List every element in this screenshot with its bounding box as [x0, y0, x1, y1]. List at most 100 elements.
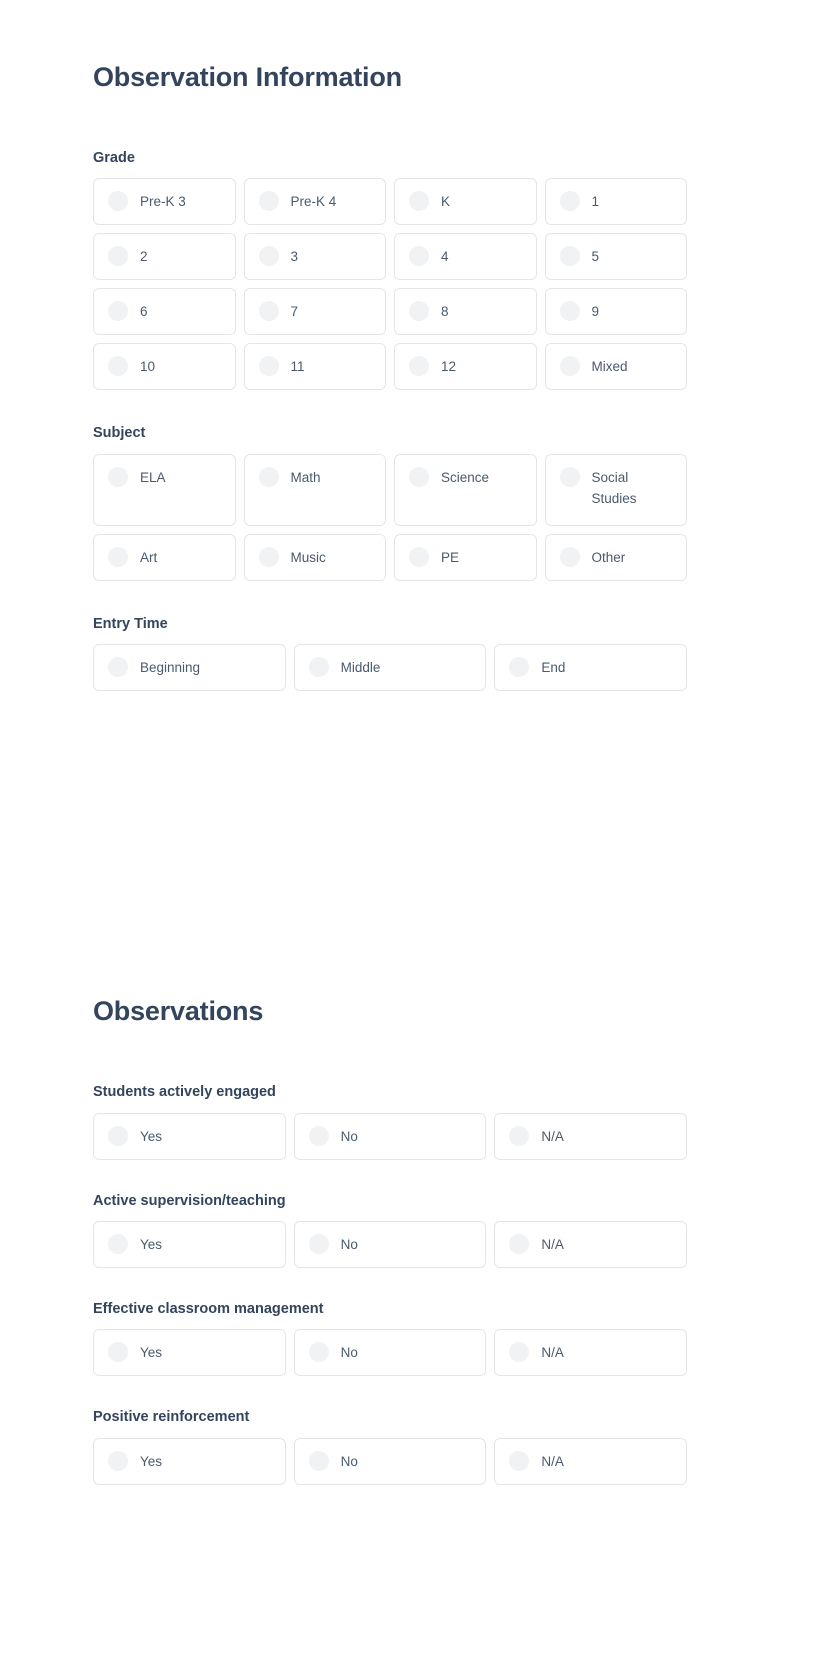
option-label: PE: [441, 549, 460, 565]
radio-unselected-icon: [108, 1125, 128, 1146]
option-subject-science[interactable]: Science: [394, 453, 537, 526]
option-grade-9[interactable]: 9: [544, 288, 687, 336]
field-label-positive-reinforcement: Positive reinforcement: [93, 1409, 250, 1426]
option-subject-pe[interactable]: PE: [394, 533, 537, 581]
option-grade-pre-k-4[interactable]: Pre-K 4: [243, 178, 386, 226]
option-entry-time-middle[interactable]: Middle: [293, 644, 487, 692]
option-label: 9: [591, 304, 600, 320]
option-label: 8: [441, 304, 449, 320]
option-label: N/A: [541, 1128, 564, 1144]
option-students-actively-engaged-no[interactable]: No: [293, 1112, 487, 1160]
page-title: Observation Information: [93, 62, 402, 92]
option-grade-7[interactable]: 7: [243, 288, 386, 336]
field-label-entry-time: Entry Time: [93, 615, 168, 632]
option-effective-classroom-management-na[interactable]: N/A: [494, 1329, 687, 1377]
radio-unselected-icon: [409, 546, 429, 567]
option-label: N/A: [541, 1345, 564, 1361]
radio-unselected-icon: [258, 246, 279, 267]
option-entry-time-beginning[interactable]: Beginning: [93, 644, 286, 692]
option-grade-1[interactable]: 1: [544, 178, 687, 226]
radio-unselected-icon: [559, 466, 580, 487]
option-grade-12[interactable]: 12: [394, 343, 537, 391]
option-label: 2: [140, 249, 148, 265]
field-label-grade: Grade: [93, 150, 135, 167]
option-grade-10[interactable]: 10: [93, 343, 236, 391]
option-label: Yes: [140, 1128, 163, 1144]
option-grade-8[interactable]: 8: [394, 288, 537, 336]
option-effective-classroom-management-no[interactable]: No: [293, 1329, 487, 1377]
radio-unselected-icon: [108, 657, 128, 678]
radio-unselected-icon: [108, 356, 128, 377]
radio-unselected-icon: [509, 1125, 530, 1146]
option-students-actively-engaged-na[interactable]: N/A: [494, 1112, 687, 1160]
option-effective-classroom-management-yes[interactable]: Yes: [93, 1329, 286, 1377]
option-group-grade: Pre-K 3 Pre-K 4 K 1 2 3 4 5 6 7 8 9 10 1…: [93, 178, 687, 391]
radio-unselected-icon: [308, 1234, 329, 1255]
option-grade-11[interactable]: 11: [243, 343, 386, 391]
radio-unselected-icon: [258, 466, 279, 487]
option-subject-art[interactable]: Art: [93, 533, 236, 581]
option-label: Science: [441, 469, 490, 485]
option-group-positive-reinforcement: Yes No N/A: [93, 1437, 687, 1485]
radio-unselected-icon: [108, 246, 128, 267]
option-label: Mixed: [591, 359, 628, 375]
radio-unselected-icon: [308, 1125, 329, 1146]
field-group-effective-classroom-management: Effective classroom management Yes No N/…: [93, 1301, 687, 1377]
radio-unselected-icon: [509, 1234, 530, 1255]
option-subject-math[interactable]: Math: [243, 453, 386, 526]
option-label: Yes: [140, 1453, 163, 1469]
form-content: Observation Information Grade Pre-K 3 Pr…: [93, 0, 687, 1485]
option-subject-social-studies[interactable]: Social Studies: [544, 453, 687, 526]
option-students-actively-engaged-yes[interactable]: Yes: [93, 1112, 286, 1160]
radio-unselected-icon: [409, 191, 429, 212]
radio-unselected-icon: [108, 1450, 128, 1471]
option-label: 6: [140, 304, 148, 320]
option-label: No: [340, 1237, 358, 1253]
field-group-entry-time: Entry Time Beginning Middle End: [93, 615, 687, 692]
option-label: Music: [290, 549, 326, 565]
option-positive-reinforcement-na[interactable]: N/A: [494, 1437, 687, 1485]
radio-unselected-icon: [409, 301, 429, 322]
option-grade-3[interactable]: 3: [243, 233, 386, 281]
option-active-supervision-teaching-na[interactable]: N/A: [494, 1221, 687, 1269]
option-group-students-actively-engaged: Yes No N/A: [93, 1112, 687, 1160]
option-active-supervision-teaching-no[interactable]: No: [293, 1221, 487, 1269]
option-label: 5: [591, 249, 600, 265]
option-positive-reinforcement-no[interactable]: No: [293, 1437, 487, 1485]
option-active-supervision-teaching-yes[interactable]: Yes: [93, 1221, 286, 1269]
option-grade-6[interactable]: 6: [93, 288, 236, 336]
radio-unselected-icon: [409, 246, 429, 267]
option-grade-4[interactable]: 4: [394, 233, 537, 281]
option-grade-5[interactable]: 5: [544, 233, 687, 281]
option-label: No: [340, 1453, 358, 1469]
option-subject-ela[interactable]: ELA: [93, 453, 236, 526]
option-grade-pre-k-3[interactable]: Pre-K 3: [93, 178, 236, 226]
option-subject-other[interactable]: Other: [544, 533, 687, 581]
radio-unselected-icon: [409, 356, 429, 377]
radio-unselected-icon: [509, 1450, 530, 1471]
field-label-subject: Subject: [93, 425, 146, 442]
option-positive-reinforcement-yes[interactable]: Yes: [93, 1437, 286, 1485]
option-label: Beginning: [140, 660, 201, 676]
field-group-active-supervision-teaching: Active supervision/teaching Yes No N/A: [93, 1193, 687, 1269]
option-entry-time-end[interactable]: End: [494, 644, 687, 692]
radio-unselected-icon: [509, 1342, 530, 1363]
field-group-subject: Subject ELA Math Science Social Studies …: [93, 425, 687, 581]
option-label: Yes: [140, 1237, 163, 1253]
option-group-entry-time: Beginning Middle End: [93, 644, 687, 692]
option-grade-k[interactable]: K: [394, 178, 537, 226]
option-grade-2[interactable]: 2: [93, 233, 236, 281]
observations-title: Observations: [93, 996, 264, 1027]
option-label: 10: [140, 359, 156, 375]
option-grade-mixed[interactable]: Mixed: [544, 343, 687, 391]
option-label: Other: [591, 549, 626, 565]
option-subject-music[interactable]: Music: [243, 533, 386, 581]
radio-unselected-icon: [559, 301, 580, 322]
radio-unselected-icon: [308, 1342, 329, 1363]
option-label: End: [541, 660, 566, 676]
option-label: N/A: [541, 1237, 564, 1253]
option-label: Art: [140, 549, 158, 565]
option-label: Pre-K 4: [290, 194, 337, 210]
radio-unselected-icon: [258, 301, 279, 322]
observation-form-page: Observation Information Grade Pre-K 3 Pr…: [0, 0, 840, 1680]
